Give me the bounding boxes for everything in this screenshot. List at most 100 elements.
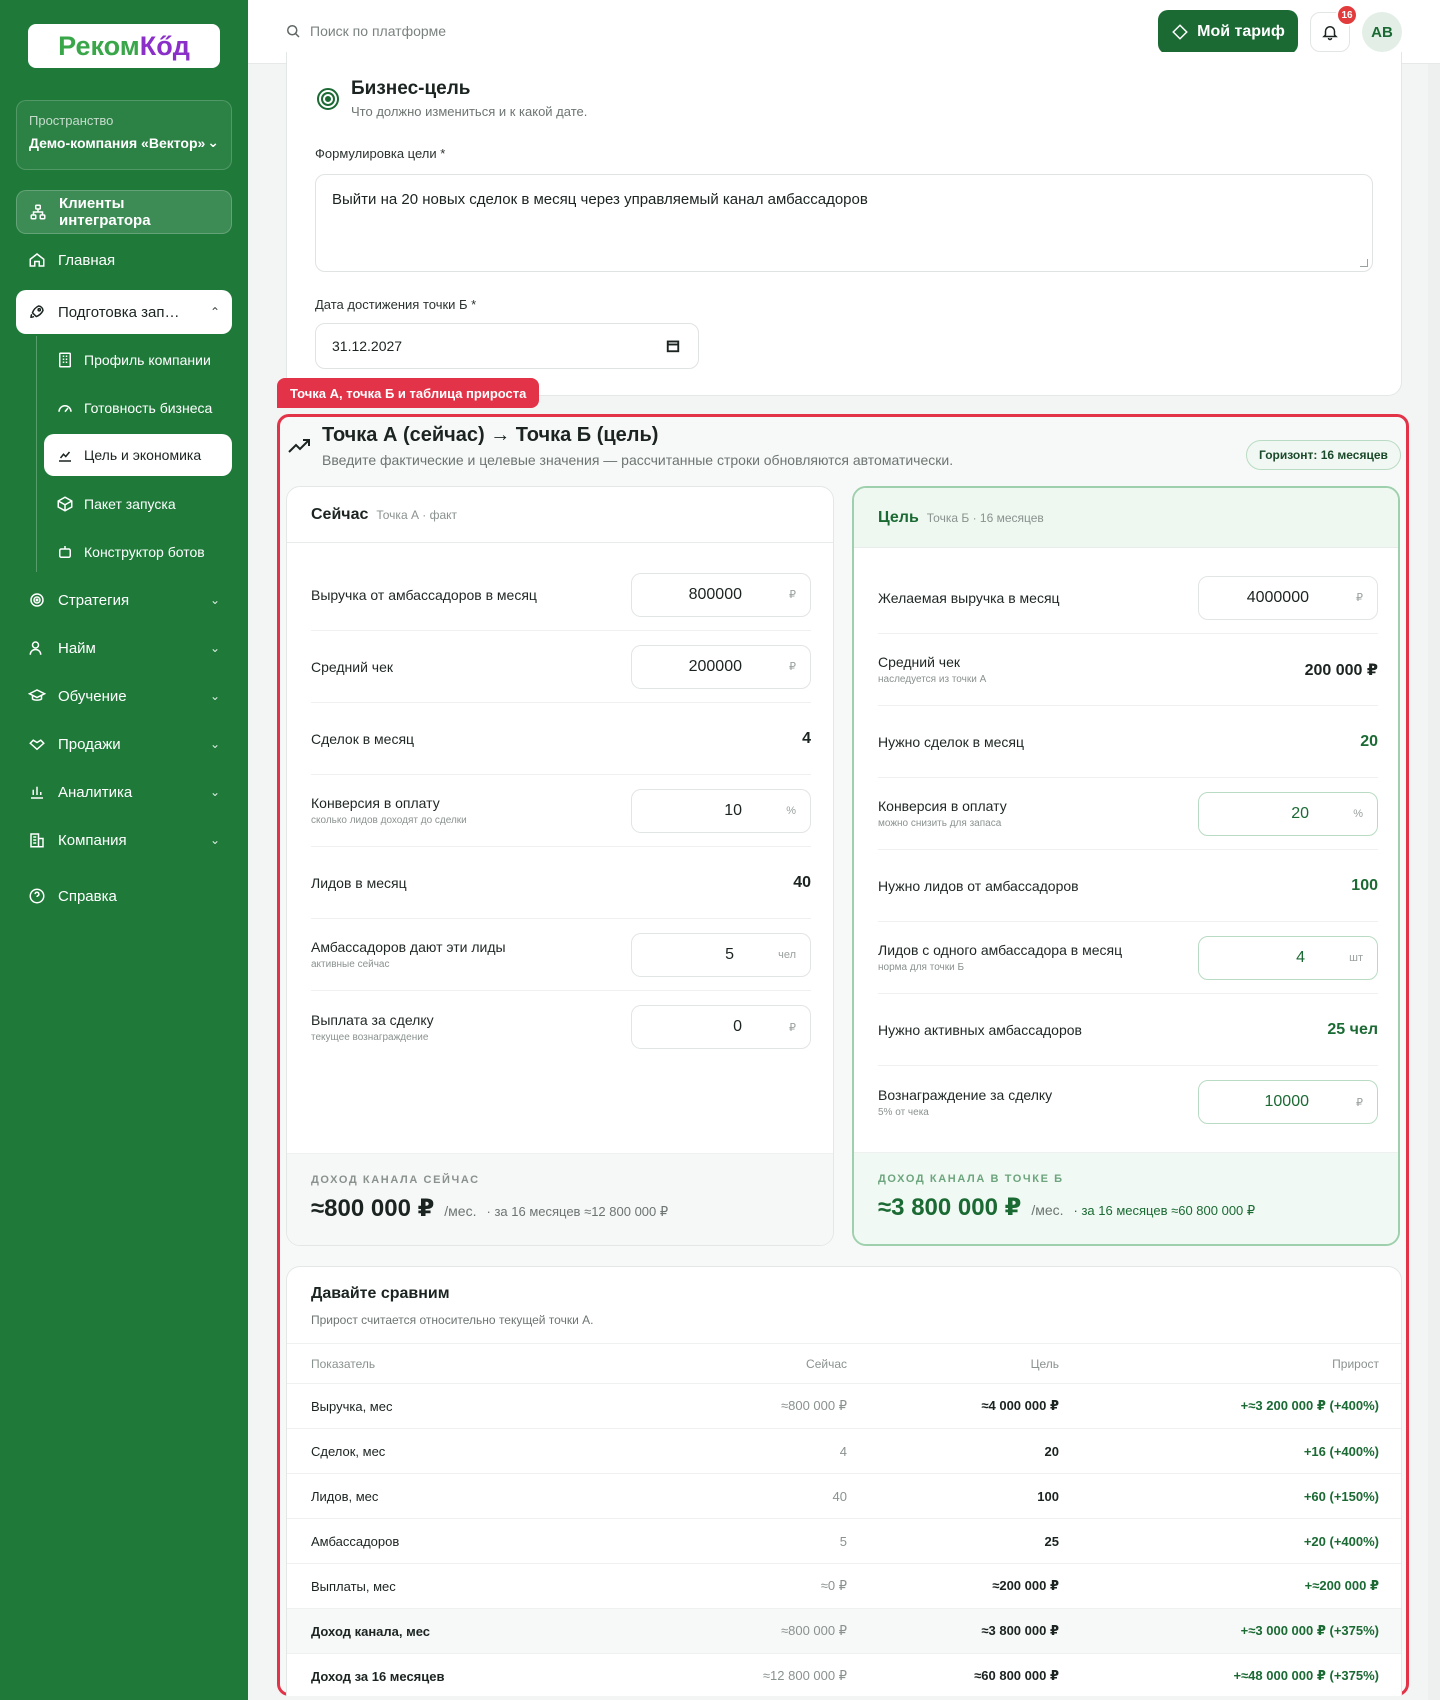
goal-conversion-input[interactable]: 20% [1198, 791, 1378, 836]
ab-title: Точка А (сейчас) → Точка Б (цель) [322, 424, 659, 446]
goal-formulation-textarea[interactable]: Выйти на 20 новых сделок в месяц через у… [315, 174, 1373, 272]
now-avg-check-input[interactable]: 200000 ₽ [631, 644, 811, 689]
now-conversion-input[interactable]: 10% [631, 788, 811, 833]
sidebar-item-strategy[interactable]: Стратегия ⌄ [16, 578, 232, 622]
now-ambassadors-input[interactable]: 5 чел [631, 932, 811, 977]
goal-revenue-input[interactable]: 4000000 ₽ [1198, 575, 1378, 620]
now-row-payout: Выплата за сделку текущее вознаграждение … [311, 991, 811, 1063]
now-income-value: ≈800 000 ₽ [311, 1195, 435, 1222]
annotation-label: Точка А, точка Б и таблица прироста [277, 378, 540, 408]
goal-row-conversion: Конверсия в оплату можно снизить для запа… [878, 778, 1378, 850]
search-input[interactable]: Поиск по платформе [284, 22, 446, 40]
package-icon [56, 495, 74, 513]
point-b-tag: Точка Б · 16 месяцев [926, 510, 1044, 525]
sidebar-item-sales[interactable]: Продажи ⌄ [16, 722, 232, 766]
goal-row-deals: Нужно сделок в месяц 20 [878, 706, 1378, 778]
point-a-title: Сейчас [311, 505, 369, 523]
chevron-down-icon: ⌄ [209, 593, 220, 607]
office-icon [28, 831, 46, 849]
sidebar-item-clients[interactable]: Клиенты интегратора [16, 190, 232, 234]
sidebar-sub-bots[interactable]: Конструктор ботов [44, 531, 232, 573]
now-footer: ДОХОД КАНАЛА СЕЙЧАС ≈800 000 ₽ /мес. · з… [287, 1153, 833, 1245]
compare-table: Показатель Сейчас Цель Прирост Выручка, … [287, 1343, 1401, 1696]
goal-row-revenue: Желаемая выручка в месяц 4000000 ₽ [878, 562, 1378, 634]
sidebar-item-learning[interactable]: Обучение ⌄ [16, 674, 232, 718]
sidebar-item-company[interactable]: Компания ⌄ [16, 818, 232, 862]
now-row-leads: Лидов в месяц 40 [311, 847, 811, 919]
calendar-icon[interactable] [664, 337, 682, 355]
search-icon [284, 22, 302, 40]
now-row-ambassadors: Амбассадоров дают эти лиды активные сейча… [311, 919, 811, 991]
chevron-down-icon: ⌄ [207, 134, 219, 150]
goal-title: Бизнес-цель [351, 78, 471, 99]
now-payout-input[interactable]: 0 ₽ [631, 1005, 811, 1049]
now-deals-value: 4 [802, 729, 811, 747]
sidebar-sub-goal[interactable]: Цель и экономика [44, 434, 232, 476]
chevron-down-icon: ⌄ [209, 833, 220, 847]
goal-deals-value: 20 [1360, 732, 1378, 750]
trending-up-icon [287, 436, 311, 456]
goal-leads-value: 100 [1351, 876, 1378, 894]
compare-title: Давайте сравним [311, 1285, 450, 1302]
goal-leads-per-ambassador-input[interactable]: 4 шт [1198, 935, 1378, 980]
table-header: Показатель Сейчас Цель Прирост [287, 1343, 1401, 1384]
sidebar-item-analytics[interactable]: Аналитика ⌄ [16, 770, 232, 814]
now-revenue-input[interactable]: 800000 ₽ [631, 572, 811, 617]
goal-row-reward: Вознаграждение за сделку 5% от чека 10000… [878, 1066, 1378, 1138]
compare-table-card: Давайте сравним Прирост считается относи… [286, 1266, 1402, 1696]
sidebar-item-prep[interactable]: Подготовка зап… ⌃ [16, 290, 232, 334]
goal-footer: ДОХОД КАНАЛА В ТОЧКЕ Б ≈3 800 000 ₽ /мес… [854, 1152, 1398, 1244]
chevron-down-icon: ⌄ [209, 785, 220, 799]
point-b-card: Цель Точка Б · 16 месяцев Желаемая выруч… [852, 486, 1400, 1246]
sidebar-sub-readiness[interactable]: Готовность бизнеса [44, 387, 232, 429]
target-icon [28, 591, 46, 609]
goal-row-avg-check: Средний чек наследуется из точки А 200 00… [878, 634, 1378, 706]
compare-subtitle: Прирост считается относительно текущей т… [311, 1313, 594, 1327]
now-row-conversion: Конверсия в оплату сколько лидов доходят … [311, 775, 811, 847]
chevron-down-icon: ⌄ [209, 641, 220, 655]
goal-reward-input[interactable]: 10000 ₽ [1198, 1080, 1378, 1124]
notifications-badge: 16 [1336, 4, 1358, 26]
submenu-line [36, 336, 37, 572]
chevron-down-icon: ⌄ [209, 737, 220, 751]
scrollbar[interactable] [1428, 64, 1440, 1700]
ab-subtitle: Введите фактические и целевые значения —… [322, 452, 954, 468]
my-tariff-button[interactable]: Мой тариф [1158, 10, 1298, 54]
goal-income-value: ≈3 800 000 ₽ [878, 1194, 1022, 1221]
gauge-icon [56, 399, 74, 417]
sidebar-item-help[interactable]: Справка [16, 874, 232, 918]
chart-icon [56, 446, 74, 464]
formulation-label: Формулировка цели * [315, 146, 446, 161]
sidebar-sub-package[interactable]: Пакет запуска [44, 483, 232, 525]
sidebar-item-home[interactable]: Главная [16, 238, 232, 282]
workspace-selector[interactable]: Пространство Демо-компания «Вектор» ⌄ [16, 100, 232, 170]
bot-icon [56, 543, 74, 561]
sidebar-sub-profile[interactable]: Профиль компании [44, 339, 232, 381]
sidebar: Реком Кőд Пространство Демо-компания «Век… [0, 0, 248, 1700]
goal-row-ambassadors: Нужно активных амбассадоров 25 чел [878, 994, 1378, 1066]
business-goal-card: Бизнес-цель Что должно измениться и к ка… [286, 52, 1402, 396]
goal-avg-check-value: 200 000 ₽ [1304, 661, 1378, 679]
bell-icon [1321, 23, 1339, 41]
avatar[interactable]: AB [1362, 12, 1402, 52]
goal-row-leads-per-ambassador: Лидов с одного амбассадора в месяц норма … [878, 922, 1378, 994]
table-row: Доход за 16 месяцев ≈12 800 000 ₽ ≈60 800 … [287, 1653, 1401, 1696]
now-row-avg-check: Средний чек 200000 ₽ [311, 631, 811, 703]
goal-row-leads: Нужно лидов от амбассадоров 100 [878, 850, 1378, 922]
table-row: Выручка, мес ≈800 000 ₽ ≈4 000 000 ₽ +≈3 20… [287, 1383, 1401, 1429]
goal-date-input[interactable]: 31.12.2027 [315, 323, 699, 369]
user-icon [28, 639, 46, 657]
target-icon [315, 86, 341, 112]
network-icon [29, 203, 47, 221]
logo[interactable]: Реком Кőд [28, 24, 220, 68]
workspace-label: Пространство [29, 113, 114, 128]
diamond-icon [1171, 23, 1189, 41]
now-row-revenue: Выручка от амбассадоров в месяц 800000 ₽ [311, 559, 811, 631]
bar-chart-icon [28, 783, 46, 801]
table-row: Лидов, мес 40 100 +60 (+150%) [287, 1473, 1401, 1519]
resize-handle[interactable] [1360, 259, 1368, 267]
sidebar-item-hiring[interactable]: Найм ⌄ [16, 626, 232, 670]
building-icon [56, 351, 74, 369]
chevron-up-icon: ⌃ [209, 305, 220, 319]
chevron-down-icon: ⌄ [209, 689, 220, 703]
